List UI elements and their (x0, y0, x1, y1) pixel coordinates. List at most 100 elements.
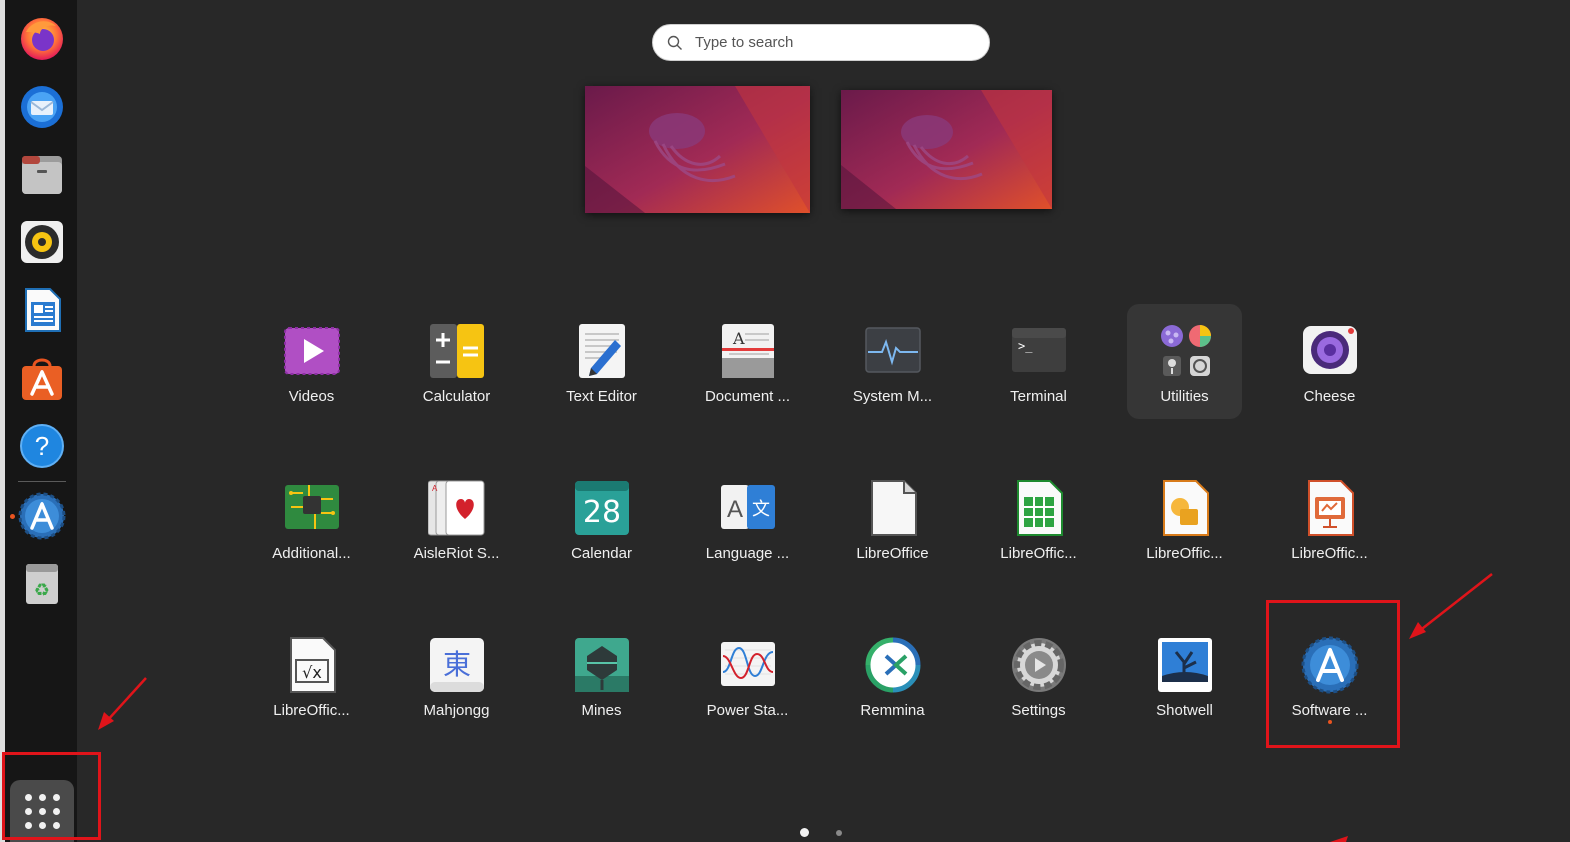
libreoffice-writer-icon[interactable] (18, 286, 66, 334)
app-libreoffice-draw[interactable]: LibreOffic... (1127, 461, 1242, 576)
trash-icon[interactable]: ♻ (18, 560, 66, 608)
app-mahjongg[interactable]: 東 Mahjongg (399, 618, 514, 733)
app-label: LibreOffic... (1000, 545, 1077, 562)
app-calendar[interactable]: 28 Calendar (544, 461, 659, 576)
svg-text:東: 東 (443, 648, 471, 681)
app-label: Calculator (422, 388, 491, 405)
text-editor-icon (573, 322, 631, 380)
settings-icon (1010, 636, 1068, 694)
app-label: Terminal (1010, 388, 1067, 405)
dock: ? ♻ (5, 0, 77, 842)
app-mines[interactable]: Mines (544, 618, 659, 733)
app-libreoffice-calc[interactable]: LibreOffic... (981, 461, 1096, 576)
firefox-icon[interactable] (18, 14, 66, 62)
app-text-editor[interactable]: Text Editor (544, 304, 659, 419)
software-updater-icon[interactable] (18, 492, 66, 540)
app-calculator[interactable]: Calculator (399, 304, 514, 419)
search-bar[interactable] (652, 24, 990, 61)
libreoffice-calc-icon (1010, 479, 1068, 537)
workspace-thumbnail-1[interactable] (585, 86, 810, 213)
page-indicator-2[interactable] (836, 830, 842, 836)
svg-text:√x: √x (302, 663, 322, 682)
app-label: Shotwell (1156, 702, 1213, 719)
app-label: Videos (288, 388, 335, 405)
page-indicator-1[interactable] (800, 828, 809, 837)
app-label: Mines (581, 702, 622, 719)
app-settings[interactable]: Settings (981, 618, 1096, 733)
mines-icon (573, 636, 631, 694)
calculator-icon (428, 322, 486, 380)
libreoffice-icon (864, 479, 922, 537)
app-libreoffice-impress[interactable]: LibreOffic... (1272, 461, 1387, 576)
thunderbird-icon[interactable] (18, 82, 66, 130)
app-label: Calendar (571, 545, 632, 562)
app-videos[interactable]: Videos (254, 304, 369, 419)
app-label: Mahjongg (423, 702, 490, 719)
libreoffice-draw-icon (1156, 479, 1214, 537)
videos-icon (283, 322, 341, 380)
svg-text:A: A (732, 329, 745, 348)
svg-text:>_: >_ (1018, 339, 1033, 353)
ubuntu-software-icon[interactable] (18, 354, 66, 402)
app-document-viewer[interactable]: A Document ... (690, 304, 805, 419)
annotation-arrow-left (105, 677, 147, 723)
app-libreoffice-math[interactable]: √x LibreOffic... (254, 618, 369, 733)
app-system-monitor[interactable]: System M... (835, 304, 950, 419)
rhythmbox-icon[interactable] (18, 218, 66, 266)
shotwell-icon (1156, 636, 1214, 694)
app-folder-utilities[interactable]: Utilities (1127, 304, 1242, 419)
svg-text:A: A (432, 484, 438, 493)
app-additional-drivers[interactable]: Additional... (254, 461, 369, 576)
app-label: Additional... (272, 545, 351, 562)
search-input[interactable] (693, 33, 977, 52)
app-label: Text Editor (566, 388, 637, 405)
mahjongg-icon: 東 (428, 636, 486, 694)
libreoffice-impress-icon (1301, 479, 1359, 537)
utilities-folder-icon (1156, 322, 1214, 380)
app-label: Power Sta... (706, 702, 789, 719)
app-label: Remmina (860, 702, 925, 719)
running-indicator (10, 514, 15, 519)
app-label: LibreOffic... (1291, 545, 1368, 562)
search-icon (667, 35, 682, 50)
app-label: Cheese (1303, 388, 1356, 405)
system-monitor-icon (864, 322, 922, 380)
libreoffice-math-icon: √x (283, 636, 341, 694)
language-support-icon: A文 (719, 479, 777, 537)
app-libreoffice[interactable]: LibreOffice (835, 461, 950, 576)
dock-separator (18, 481, 66, 482)
app-power-statistics[interactable]: Power Sta... (690, 618, 805, 733)
document-viewer-icon: A (719, 322, 777, 380)
app-remmina[interactable]: Remmina (835, 618, 950, 733)
app-label: Language ... (705, 545, 790, 562)
app-label: AisleRiot S... (413, 545, 500, 562)
help-icon[interactable]: ? (18, 422, 66, 470)
power-statistics-icon (719, 636, 777, 694)
files-icon[interactable] (18, 150, 66, 198)
app-label: Settings (1011, 702, 1066, 719)
app-label: Utilities (1160, 388, 1209, 405)
annotation-arrow-right (1417, 573, 1493, 633)
workspace-thumbnail-2[interactable] (841, 90, 1052, 209)
app-language-support[interactable]: A文 Language ... (690, 461, 805, 576)
app-aisleriot[interactable]: A AisleRiot S... (399, 461, 514, 576)
app-label: LibreOffic... (273, 702, 350, 719)
aisleriot-icon: A (428, 479, 486, 537)
svg-text:A: A (727, 496, 743, 523)
svg-text:?: ? (35, 431, 49, 461)
svg-text:文: 文 (752, 499, 770, 520)
svg-text:♻: ♻ (34, 580, 50, 601)
app-terminal[interactable]: >_ Terminal (981, 304, 1096, 419)
cheese-icon (1301, 322, 1359, 380)
app-shotwell[interactable]: Shotwell (1127, 618, 1242, 733)
annotation-highlight-software-updater (1266, 600, 1400, 748)
calendar-icon: 28 (573, 479, 631, 537)
svg-text:28: 28 (583, 495, 621, 530)
app-label: LibreOffice (856, 545, 929, 562)
app-label: LibreOffic... (1146, 545, 1223, 562)
annotation-highlight-show-apps (2, 752, 101, 840)
app-cheese[interactable]: Cheese (1272, 304, 1387, 419)
terminal-icon: >_ (1010, 322, 1068, 380)
additional-drivers-icon (283, 479, 341, 537)
app-label: Document ... (704, 388, 791, 405)
